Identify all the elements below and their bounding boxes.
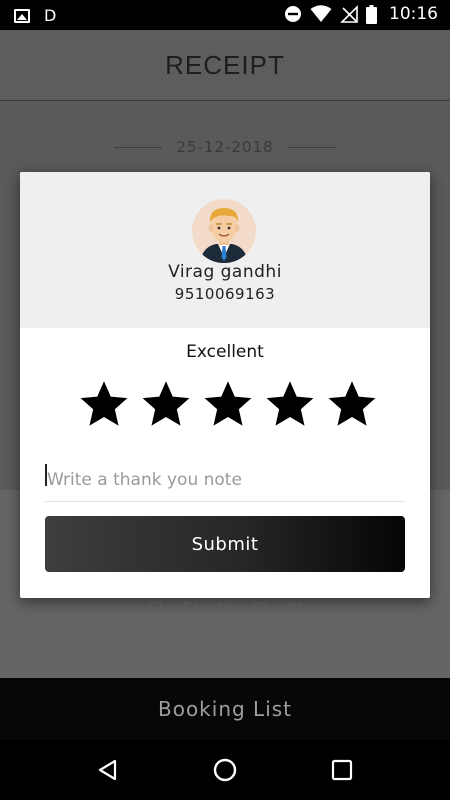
star-icon-1[interactable] — [78, 378, 130, 430]
dnd-icon — [285, 6, 301, 22]
star-icon-2[interactable] — [140, 378, 192, 430]
star-icon-4[interactable] — [264, 378, 316, 430]
back-icon — [99, 759, 117, 781]
home-button[interactable] — [210, 755, 240, 785]
status-bar-left: D — [14, 6, 56, 25]
star-rating — [78, 378, 378, 432]
page-title: RECEIPT — [165, 49, 285, 80]
app-header: RECEIPT — [0, 30, 450, 101]
driver-name: Virag gandhi — [168, 262, 282, 282]
rating-dialog: Virag gandhi 9510069163 Excellent Submit — [20, 172, 430, 598]
status-bar-right: 10:16 — [284, 4, 438, 24]
receipt-date-row: 25-12-2018 — [0, 138, 450, 156]
status-time: 10:16 — [389, 4, 438, 24]
driver-avatar-icon — [192, 199, 256, 263]
star-icon-3[interactable] — [202, 378, 254, 430]
navigation-bar — [0, 740, 450, 800]
divider — [114, 146, 163, 148]
text-cursor — [45, 464, 47, 486]
receipt-date: 25-12-2018 — [176, 138, 274, 156]
back-button[interactable] — [93, 755, 123, 785]
recents-icon — [331, 759, 352, 781]
no-signal-icon — [340, 5, 358, 23]
booking-list-button[interactable]: Booking List — [0, 678, 450, 740]
notification-letter: D — [44, 6, 57, 25]
star-icon-5[interactable] — [326, 378, 378, 430]
status-bar: D 10:16 — [0, 0, 450, 30]
driver-info-panel: Virag gandhi 9510069163 — [20, 172, 430, 328]
rating-label: Excellent — [186, 342, 264, 362]
image-icon — [14, 8, 30, 23]
submit-button[interactable]: Submit — [45, 516, 405, 572]
battery-icon — [366, 4, 377, 24]
thank-you-note-input[interactable] — [45, 458, 405, 502]
divider — [287, 146, 336, 148]
driver-phone: 9510069163 — [174, 285, 276, 303]
home-icon — [213, 758, 237, 782]
wifi-icon — [310, 5, 332, 22]
recents-button[interactable] — [327, 755, 357, 785]
booking-list-label: Booking List — [157, 697, 293, 721]
